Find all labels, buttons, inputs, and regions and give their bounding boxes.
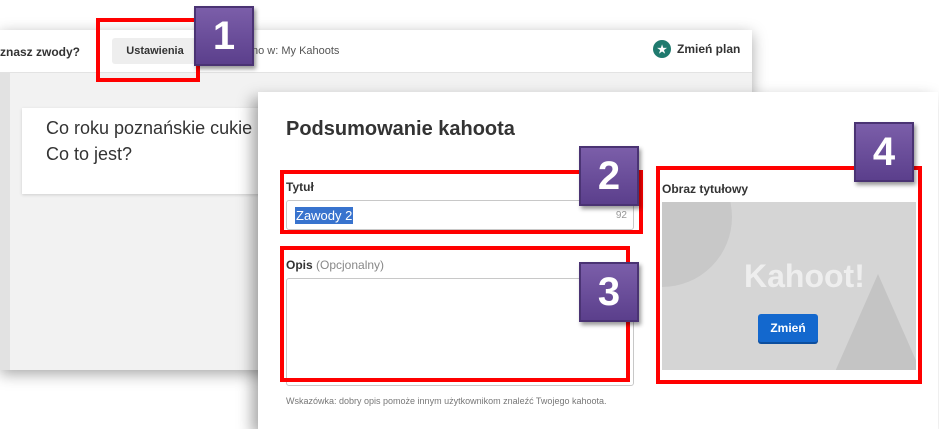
star-icon: ★ (653, 40, 671, 58)
description-hint: Wskazówka: dobry opis pomoże innym użytk… (286, 396, 607, 406)
modal-title: Podsumowanie kahoota (286, 118, 515, 140)
annotation-badge-2: 2 (579, 146, 639, 206)
annotation-badge-3: 3 (579, 262, 639, 322)
editor-sidebar (0, 72, 10, 370)
annotation-box-1 (96, 18, 200, 82)
change-plan-link[interactable]: ★ Zmień plan (653, 40, 740, 58)
question-text-line-2: Co to jest? (46, 144, 133, 164)
annotation-box-4 (656, 166, 922, 384)
saved-location-text: no w: My Kahoots (252, 45, 340, 57)
annotation-box-3 (280, 246, 630, 382)
annotation-badge-1: 1 (194, 6, 254, 66)
kahoot-title-text[interactable]: znasz zwody? (0, 45, 80, 59)
annotation-badge-4: 4 (854, 122, 914, 182)
question-text-line-1: Co roku poznańskie cukie (46, 118, 253, 138)
change-plan-label: Zmień plan (677, 42, 741, 56)
